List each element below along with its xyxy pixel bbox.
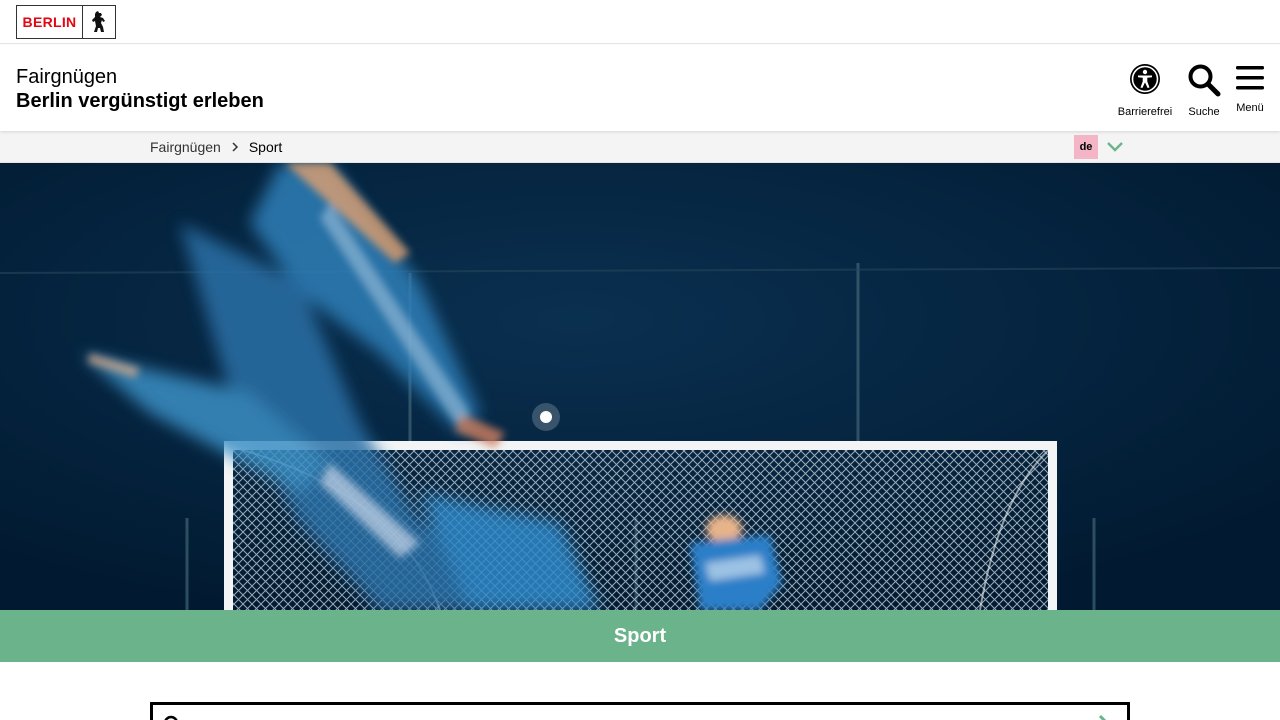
site-title[interactable]: Fairgnügen Berlin vergünstigt erleben	[16, 65, 264, 113]
menu-label: Menü	[1236, 102, 1264, 114]
search-box	[150, 702, 1130, 720]
language-switcher[interactable]: de	[1074, 135, 1124, 159]
logo-text: BERLIN	[17, 6, 83, 38]
accessibility-button[interactable]: Barrierefrei	[1115, 63, 1175, 118]
site-header: Fairgnügen Berlin vergünstigt erleben Ba…	[0, 45, 1280, 131]
site-title-line2: Berlin vergünstigt erleben	[16, 90, 264, 112]
page-title: Sport	[613, 624, 667, 647]
football-goal-illustration	[0, 163, 1280, 610]
berlin-logo[interactable]: BERLIN	[16, 5, 116, 39]
chevron-right-icon	[231, 142, 239, 152]
hero-image	[0, 163, 1280, 610]
site-title-line1: Fairgnügen	[16, 66, 118, 88]
breadcrumb-current: Sport	[248, 139, 283, 155]
breadcrumb-item-home[interactable]: Fairgnügen	[150, 139, 221, 155]
accessibility-icon	[1129, 63, 1161, 100]
search-label: Suche	[1188, 106, 1220, 118]
menu-icon	[1235, 63, 1265, 98]
top-bar: BERLIN	[0, 0, 1280, 44]
bear-icon	[83, 6, 115, 38]
menu-button[interactable]: Menü	[1230, 63, 1270, 114]
search-field-icon	[163, 715, 183, 720]
page-title-band: Sport	[0, 610, 1280, 662]
search-icon	[1187, 63, 1221, 102]
search-input[interactable]	[191, 711, 1071, 720]
search-button[interactable]: Suche	[1184, 63, 1224, 118]
chevron-down-icon	[1106, 141, 1124, 153]
breadcrumb-bar: Fairgnügen Sport de	[0, 131, 1280, 163]
accessibility-label: Barrierefrei	[1117, 106, 1173, 118]
breadcrumb: Fairgnügen Sport	[150, 131, 282, 163]
language-badge: de	[1074, 135, 1098, 159]
arrow-right-icon[interactable]	[1097, 713, 1113, 720]
